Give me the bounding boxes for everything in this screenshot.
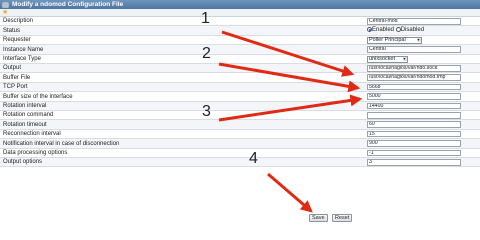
arrow-3-to-buffer-file [218,94,363,122]
annotation-number-4: 4 [249,150,258,167]
annotation-number-2: 2 [202,45,211,62]
annotation-arrows [218,30,363,213]
arrow-2-to-output [218,62,361,93]
annotation-number-1: 1 [201,10,210,27]
annotation-number-3: 3 [202,103,211,120]
arrow-4-to-save [267,172,313,213]
